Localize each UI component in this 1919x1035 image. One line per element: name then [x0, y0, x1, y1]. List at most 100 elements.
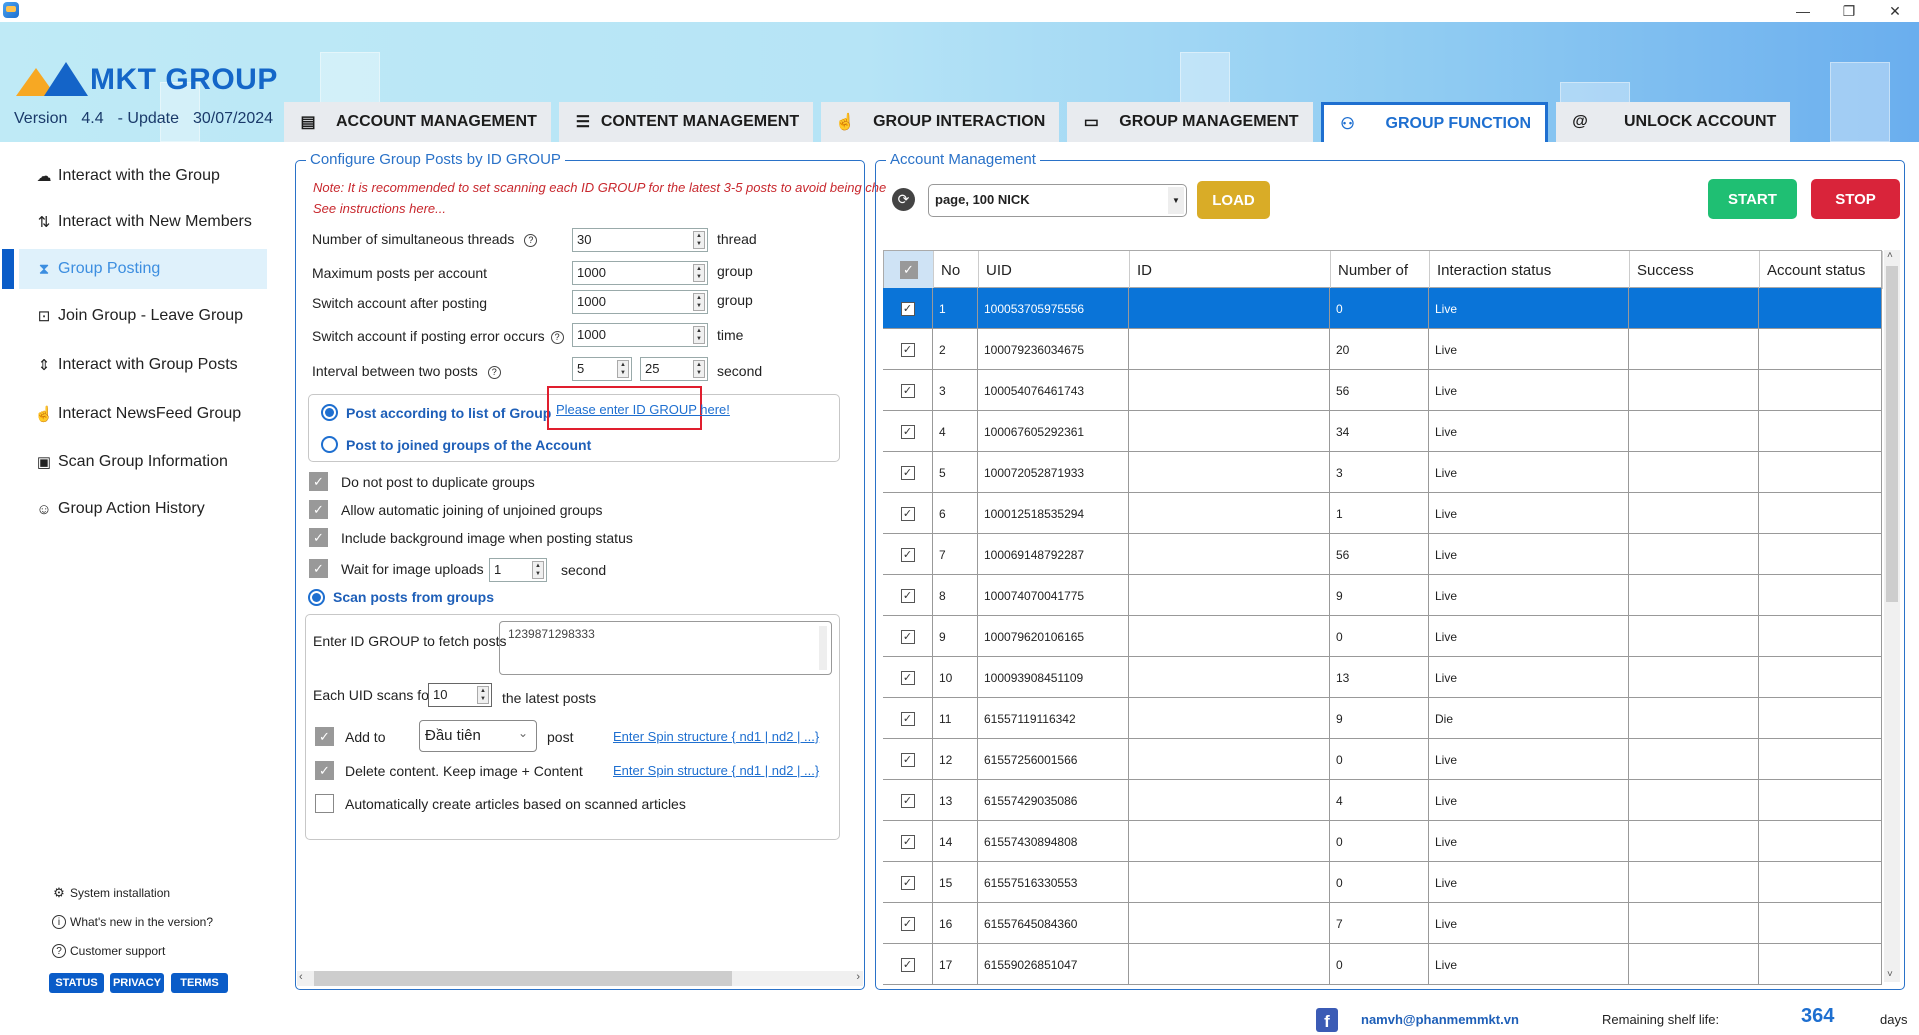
enter-id-group-link[interactable]: Please enter ID GROUP here!	[556, 402, 730, 417]
tab-group-interaction[interactable]: ☝ GROUP INTERACTION	[821, 102, 1060, 142]
scroll-up-icon[interactable]: ˄	[1887, 250, 1893, 261]
no-duplicate-checkbox[interactable]: ✓	[309, 472, 328, 491]
scroll-down-icon[interactable]: ˅	[1887, 969, 1893, 980]
horizontal-scrollbar[interactable]: ‹ ›	[297, 971, 863, 986]
start-button[interactable]: START	[1708, 179, 1797, 219]
row-checkbox[interactable]: ✓	[883, 739, 933, 780]
table-row[interactable]: ✓ 3 100054076461743 56 Live	[883, 370, 1882, 411]
table-row[interactable]: ✓ 13 61557429035086 4 Live	[883, 780, 1882, 821]
row-checkbox[interactable]: ✓	[883, 944, 933, 985]
table-row[interactable]: ✓ 8 100074070041775 9 Live	[883, 575, 1882, 616]
table-row[interactable]: ✓ 5 100072052871933 3 Live	[883, 452, 1882, 493]
row-checkbox[interactable]: ✓	[883, 780, 933, 821]
fetch-textarea[interactable]: 1239871298333	[499, 621, 832, 675]
table-row[interactable]: ✓ 14 61557430894808 0 Live	[883, 821, 1882, 862]
whats-new-link[interactable]: i What's new in the version?	[52, 915, 213, 929]
row-checkbox[interactable]: ✓	[883, 698, 933, 739]
add-to-select[interactable]: Đầu tiên ⌄	[419, 720, 537, 752]
auto-join-checkbox[interactable]: ✓	[309, 500, 328, 519]
table-row[interactable]: ✓ 1 100053705975556 0 Live	[883, 288, 1882, 329]
post-joined-radio[interactable]	[321, 436, 338, 453]
help-icon[interactable]: ?	[550, 330, 564, 344]
table-row[interactable]: ✓ 6 100012518535294 1 Live	[883, 493, 1882, 534]
select-all-checkbox[interactable]: ✓	[884, 251, 934, 289]
each-uid-input[interactable]: 10 ▲ ▼	[428, 683, 492, 707]
table-row[interactable]: ✓ 4 100067605292361 34 Live	[883, 411, 1882, 452]
delete-content-checkbox[interactable]: ✓	[315, 761, 334, 780]
sidebar-item-interact-group[interactable]: ☁ Interact with the Group	[0, 156, 267, 196]
table-row[interactable]: ✓ 17 61559026851047 0 Live	[883, 944, 1882, 985]
tab-content-management[interactable]: ☰ CONTENT MANAGEMENT	[558, 102, 814, 142]
help-icon[interactable]: ?	[524, 233, 538, 247]
post-by-list-radio[interactable]	[321, 404, 338, 421]
status-button[interactable]: STATUS	[49, 973, 104, 993]
privacy-button[interactable]: PRIVACY	[110, 973, 164, 993]
row-checkbox[interactable]: ✓	[883, 616, 933, 657]
textarea-scrollbar[interactable]	[819, 626, 827, 670]
refresh-icon[interactable]: ⟳	[892, 188, 915, 211]
minimize-button[interactable]: —	[1780, 0, 1826, 22]
account-list-select[interactable]: page, 100 NICK ▼	[928, 184, 1187, 217]
instructions-link[interactable]: See instructions here...	[313, 201, 446, 216]
vertical-scrollbar[interactable]: ˄ ˅	[1884, 250, 1900, 982]
spin-structure-link-2[interactable]: Enter Spin structure { nd1 | nd2 | ...}	[613, 763, 819, 778]
sidebar-item-group-posts[interactable]: ⇕ Interact with Group Posts	[0, 345, 267, 385]
max-posts-input[interactable]: 1000 ▲ ▼	[572, 261, 708, 285]
wait-upload-input[interactable]: 1 ▲ ▼	[489, 558, 547, 582]
switch-after-input[interactable]: 1000 ▲ ▼	[572, 290, 708, 314]
customer-support-link[interactable]: ? Customer support	[52, 944, 165, 958]
facebook-icon[interactable]: f	[1316, 1008, 1338, 1032]
row-checkbox[interactable]: ✓	[883, 329, 933, 370]
help-icon[interactable]: ?	[487, 365, 501, 379]
stop-button[interactable]: STOP	[1811, 179, 1900, 219]
sidebar-item-newsfeed[interactable]: ☝ Interact NewsFeed Group	[0, 394, 267, 434]
row-checkbox[interactable]: ✓	[883, 575, 933, 616]
col-number[interactable]: Number of	[1331, 251, 1430, 289]
table-row[interactable]: ✓ 9 100079620106165 0 Live	[883, 616, 1882, 657]
table-row[interactable]: ✓ 2 100079236034675 20 Live	[883, 329, 1882, 370]
scroll-thumb[interactable]	[314, 971, 732, 986]
spinner-arrows[interactable]: ▲ ▼	[693, 231, 705, 249]
terms-button[interactable]: TERMS	[171, 973, 228, 993]
load-button[interactable]: LOAD	[1197, 181, 1270, 219]
row-checkbox[interactable]: ✓	[883, 288, 933, 329]
interval-from-input[interactable]: 5 ▲ ▼	[572, 357, 632, 381]
tab-group-management[interactable]: ▭ GROUP MANAGEMENT	[1067, 102, 1313, 142]
sidebar-item-join-leave[interactable]: ⊡ Join Group - Leave Group	[0, 296, 267, 336]
table-row[interactable]: ✓ 11 61557119116342 9 Die	[883, 698, 1882, 739]
sidebar-item-group-posting[interactable]: ⧗ Group Posting	[19, 249, 267, 289]
table-row[interactable]: ✓ 7 100069148792287 56 Live	[883, 534, 1882, 575]
row-checkbox[interactable]: ✓	[883, 903, 933, 944]
spinner-arrows[interactable]: ▲ ▼	[532, 561, 544, 579]
sidebar-item-new-members[interactable]: ⇅ Interact with New Members	[0, 202, 267, 242]
system-installation-link[interactable]: ⚙ System installation	[52, 885, 170, 900]
wait-upload-checkbox[interactable]: ✓	[309, 559, 328, 578]
add-to-checkbox[interactable]: ✓	[315, 727, 334, 746]
auto-create-checkbox[interactable]	[315, 794, 334, 813]
col-id[interactable]: ID	[1130, 251, 1331, 289]
interval-to-input[interactable]: 25 ▲ ▼	[640, 357, 708, 381]
col-account-status[interactable]: Account status	[1760, 251, 1883, 289]
spinner-arrows[interactable]: ▲ ▼	[693, 293, 705, 311]
threads-input[interactable]: 30 ▲ ▼	[572, 228, 708, 252]
col-success[interactable]: Success	[1630, 251, 1760, 289]
spinner-arrows[interactable]: ▲ ▼	[693, 326, 705, 344]
sidebar-item-scan-info[interactable]: ▣ Scan Group Information	[0, 442, 267, 482]
row-checkbox[interactable]: ✓	[883, 821, 933, 862]
col-no[interactable]: No	[934, 251, 979, 289]
spinner-arrows[interactable]: ▲ ▼	[693, 264, 705, 282]
table-row[interactable]: ✓ 15 61557516330553 0 Live	[883, 862, 1882, 903]
col-uid[interactable]: UID	[979, 251, 1130, 289]
row-checkbox[interactable]: ✓	[883, 493, 933, 534]
bg-image-checkbox[interactable]: ✓	[309, 528, 328, 547]
row-checkbox[interactable]: ✓	[883, 452, 933, 493]
tab-account-management[interactable]: ▤ ACCOUNT MANAGEMENT	[284, 102, 551, 142]
switch-error-input[interactable]: 1000 ▲ ▼	[572, 323, 708, 347]
table-row[interactable]: ✓ 10 100093908451109 13 Live	[883, 657, 1882, 698]
col-interaction-status[interactable]: Interaction status	[1430, 251, 1630, 289]
scroll-right-icon[interactable]: ›	[856, 971, 860, 983]
row-checkbox[interactable]: ✓	[883, 534, 933, 575]
tab-group-function[interactable]: ⚇ GROUP FUNCTION	[1320, 102, 1548, 142]
close-button[interactable]: ✕	[1872, 0, 1918, 22]
tab-unlock-account[interactable]: @ UNLOCK ACCOUNT	[1556, 102, 1791, 142]
